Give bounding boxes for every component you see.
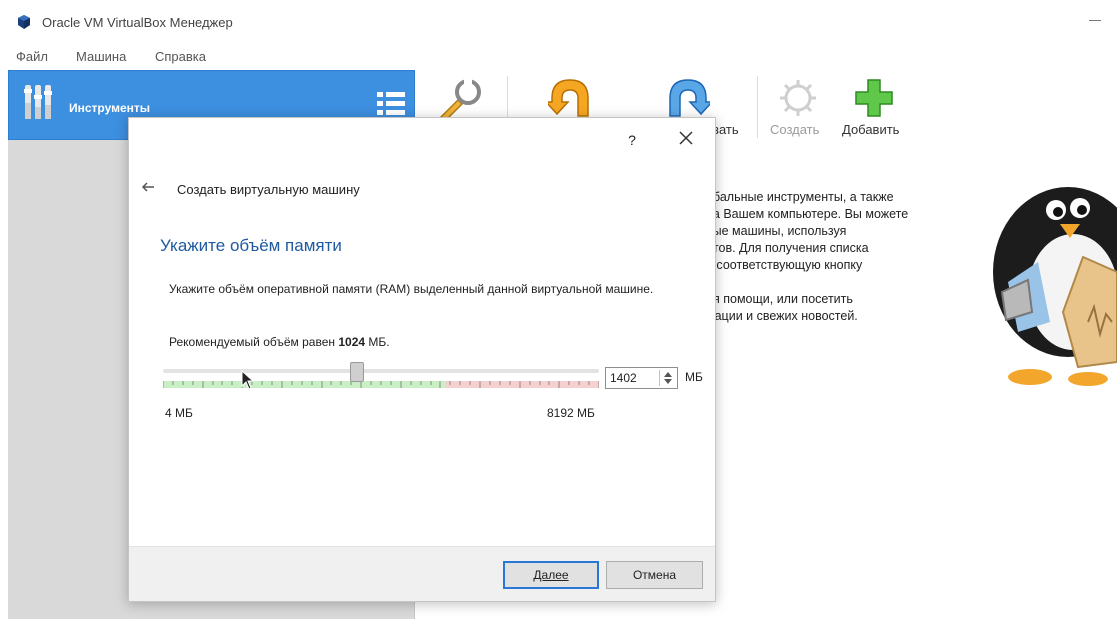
show-icon[interactable] [666,76,710,120]
menu-bar: Файл Машина Справка [0,44,1117,70]
spin-up-icon[interactable] [664,372,672,377]
mouse-cursor-icon [241,370,255,390]
spinbox-arrows[interactable] [659,370,675,386]
spin-down-icon[interactable] [664,379,672,384]
cancel-button[interactable]: Отмена [606,561,703,589]
plus-icon[interactable] [852,76,896,120]
welcome-paragraph-2: ия помощи, или посетить мации и свежих н… [706,292,858,323]
welcome-paragraph-1: обальные инструменты, а также на Вашем к… [706,190,909,272]
recommended-memory-text: Рекомендуемый объём равен 1024 МБ. [169,335,390,349]
slider-track[interactable] [163,369,599,373]
memory-size-spinbox[interactable] [605,367,678,389]
slider-max-label: 8192 МБ [547,406,595,420]
window-title: Oracle VM VirtualBox Менеджер [42,15,233,30]
dialog-footer: Далее Отмена [129,546,715,601]
toolbar-show-label[interactable]: зать [713,122,739,137]
welcome-text: обальные инструменты, а также на Вашем к… [706,189,966,342]
slider-thumb[interactable] [350,362,364,382]
memory-slider[interactable] [163,362,599,393]
tools-icon [24,85,52,119]
toolbar-separator [757,76,758,138]
slider-ticks [163,381,599,388]
help-button[interactable]: ? [625,132,639,148]
memory-description: Укажите объём оперативной памяти (RAM) в… [169,282,654,296]
close-icon[interactable] [678,130,694,146]
minimize-button[interactable] [1089,12,1103,26]
toolbar-create-label: Создать [770,122,820,137]
menu-help[interactable]: Справка [155,49,206,64]
penguin-mascot-icon [993,187,1117,386]
memory-size-input[interactable] [610,370,654,386]
title-bar: Oracle VM VirtualBox Менеджер [0,0,1117,44]
create-vm-wizard-dialog: ? Создать виртуальную машину Укажите объ… [128,117,716,602]
gear-create-icon [780,80,816,116]
virtualbox-logo-icon [18,15,30,29]
discard-icon[interactable] [548,76,592,120]
slider-min-label: 4 МБ [165,406,193,420]
recommended-memory-value: 1024 [338,335,366,349]
wizard-title: Создать виртуальную машину [177,182,360,197]
back-arrow-icon[interactable] [141,180,155,194]
next-button[interactable]: Далее [503,561,599,589]
toolbar-add-label[interactable]: Добавить [842,122,899,137]
menu-machine[interactable]: Машина [76,49,126,64]
menu-file[interactable]: Файл [16,49,48,64]
page-heading: Укажите объём памяти [160,236,342,255]
tools-label: Инструменты [69,101,151,115]
memory-unit-label: МБ [685,370,703,384]
list-menu-icon[interactable] [377,91,405,117]
